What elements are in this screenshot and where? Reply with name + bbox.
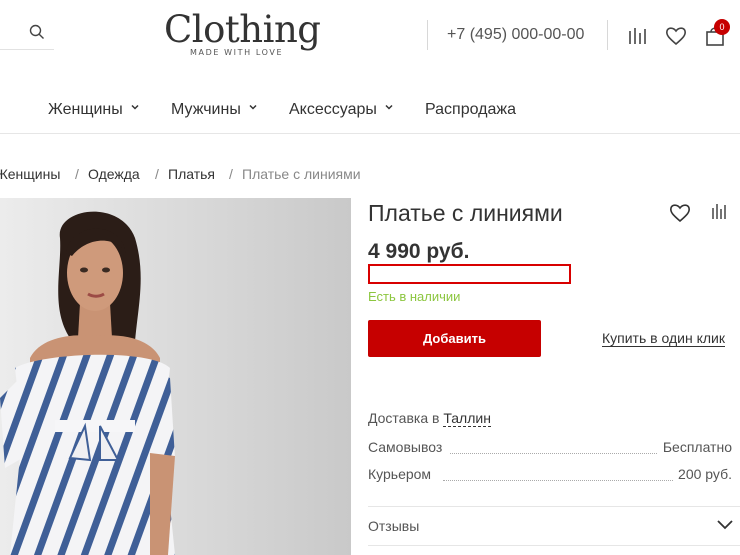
delivery-option-value: Бесплатно: [662, 439, 732, 455]
breadcrumb-separator: /: [75, 166, 79, 182]
dotted-leader: [443, 480, 673, 481]
breadcrumb-separator: /: [229, 166, 233, 182]
compare-icon: [712, 204, 726, 219]
phone-number[interactable]: +7 (495) 000-00-00: [447, 26, 584, 44]
delivery-option-value: 200 руб.: [678, 466, 732, 482]
divider: [368, 506, 740, 507]
highlight-box: [368, 264, 571, 284]
nav-item-men[interactable]: Мужчины: [171, 101, 258, 119]
logo-text: Clothing: [164, 8, 321, 51]
delivery-option-label: Курьером: [368, 466, 432, 482]
compare-icon[interactable]: [627, 25, 649, 47]
breadcrumb-separator: /: [155, 166, 159, 182]
dotted-leader: [450, 453, 657, 454]
product-image[interactable]: [0, 198, 351, 555]
nav-item-label: Аксессуары: [289, 101, 377, 118]
add-to-cart-button[interactable]: Добавить: [368, 320, 541, 357]
cart-count-badge: 0: [714, 19, 730, 35]
product-photo: [0, 198, 351, 555]
nav-item-women[interactable]: Женщины: [48, 101, 140, 119]
logo-tagline: MADE WITH LOVE: [190, 48, 284, 57]
chevron-down-icon: [385, 104, 393, 110]
delivery-prefix: Доставка в: [368, 410, 440, 426]
chevron-down-icon: [131, 104, 139, 110]
product-price: 4 990 руб.: [368, 240, 470, 263]
header-divider: [607, 20, 608, 50]
buy-one-click-link[interactable]: Купить в один клик: [602, 330, 725, 347]
delivery-city-link[interactable]: Таллин: [443, 410, 491, 427]
reviews-toggle-label[interactable]: Отзывы: [368, 518, 419, 534]
logo[interactable]: Clothing MADE WITH LOVE: [164, 8, 321, 60]
favorite-button[interactable]: [666, 199, 694, 227]
compare-button[interactable]: [706, 199, 732, 225]
nav-item-sale[interactable]: Распродажа: [425, 101, 516, 119]
chevron-down-icon: [249, 104, 257, 110]
nav-item-label: Распродажа: [425, 101, 516, 118]
nav-item-label: Женщины: [48, 101, 123, 118]
breadcrumb-link[interactable]: Платья: [168, 166, 215, 182]
nav-item-label: Мужчины: [171, 101, 241, 118]
chevron-down-icon[interactable]: [716, 515, 734, 533]
delivery-heading: Доставка в Таллин: [368, 410, 491, 427]
breadcrumb-link[interactable]: Женщины: [0, 166, 60, 182]
heart-icon[interactable]: [665, 25, 687, 47]
main-nav: Женщины Мужчины Аксессуары Распродажа: [0, 88, 740, 134]
nav-item-accessories[interactable]: Аксессуары: [289, 101, 394, 119]
search-box[interactable]: [0, 12, 54, 50]
stock-status: Есть в наличии: [368, 289, 461, 304]
divider: [368, 545, 740, 546]
breadcrumb-link[interactable]: Одежда: [88, 166, 140, 182]
heart-icon: [670, 204, 690, 223]
header-divider: [427, 20, 428, 50]
search-icon[interactable]: [29, 24, 45, 40]
breadcrumb-current: Платье с линиями: [242, 166, 361, 182]
delivery-option-label: Самовывоз: [368, 439, 443, 455]
product-title: Платье с линиями: [368, 200, 563, 226]
